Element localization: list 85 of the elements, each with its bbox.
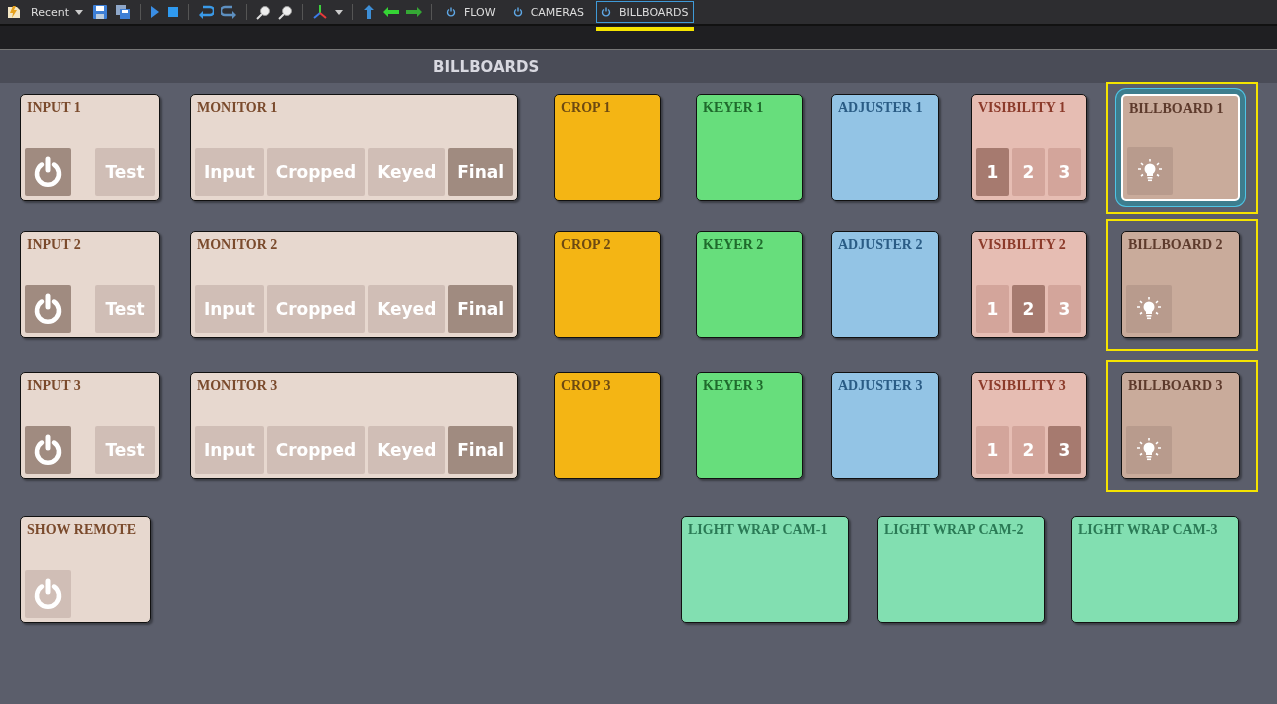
- panel-title: BILLBOARD 3: [1128, 378, 1224, 394]
- power-button[interactable]: [25, 148, 71, 196]
- play-icon[interactable]: [150, 5, 161, 19]
- power-icon: [446, 7, 457, 17]
- panel-title: KEYER 3: [703, 378, 765, 394]
- forward-arrow-icon[interactable]: [406, 7, 423, 17]
- panel-title: SHOW REMOTE: [27, 522, 138, 538]
- panel-title: INPUT 1: [27, 100, 82, 116]
- visibility-option-button[interactable]: 3: [1048, 285, 1081, 333]
- redo-icon[interactable]: [221, 5, 238, 19]
- panel-title: MONITOR 1: [197, 100, 279, 116]
- visibility-option-button[interactable]: 2: [1012, 148, 1045, 196]
- monitor-option-button[interactable]: Cropped: [266, 426, 366, 474]
- monitor-option-button[interactable]: Keyed: [368, 285, 446, 333]
- caret-icon: [75, 9, 84, 15]
- view-tab[interactable]: FLOW: [441, 1, 501, 23]
- monitor-option-button[interactable]: Final: [448, 148, 513, 196]
- recent-files-icon[interactable]: [6, 4, 22, 20]
- visibility-option-button[interactable]: 2: [1012, 285, 1045, 333]
- back-arrow-icon[interactable]: [383, 7, 400, 17]
- panel-title: VISIBILITY 1: [978, 100, 1067, 116]
- panel-title: VISIBILITY 2: [978, 237, 1067, 253]
- light-button[interactable]: [1126, 285, 1172, 333]
- light-bulb-icon: [1136, 296, 1162, 322]
- test-button[interactable]: Test: [95, 148, 155, 196]
- panel-title: MONITOR 2: [197, 237, 279, 253]
- panel-title: ADJUSTER 2: [838, 237, 924, 253]
- light-bulb-icon: [1137, 158, 1163, 184]
- undo-icon[interactable]: [198, 5, 215, 19]
- panel-title: BILLBOARD 1: [1129, 101, 1225, 117]
- panel-title: CROP 2: [561, 237, 612, 253]
- visibility-option-button[interactable]: 3: [1048, 148, 1081, 196]
- monitor-option-button[interactable]: Input: [195, 426, 264, 474]
- visibility-option-button[interactable]: 1: [976, 148, 1009, 196]
- panel-title: ADJUSTER 3: [838, 378, 924, 394]
- caret-icon[interactable]: [335, 9, 344, 15]
- panel-title: LIGHT WRAP CAM-3: [1078, 522, 1219, 538]
- view-tab[interactable]: BILLBOARDS: [596, 1, 694, 23]
- panel-title: MONITOR 3: [197, 378, 279, 394]
- panel-title: LIGHT WRAP CAM-2: [884, 522, 1025, 538]
- zoom-out-icon[interactable]: [278, 4, 294, 20]
- zoom-in-icon[interactable]: [256, 4, 272, 20]
- power-button[interactable]: [25, 285, 71, 333]
- panel-title: LIGHT WRAP CAM-1: [688, 522, 829, 538]
- panel-title: CROP 3: [561, 378, 612, 394]
- view-tab[interactable]: CAMERAS: [507, 1, 589, 23]
- stop-icon[interactable]: [167, 6, 180, 18]
- monitor-option-button[interactable]: Cropped: [266, 148, 366, 196]
- recent-dropdown[interactable]: Recent: [29, 5, 86, 19]
- test-button[interactable]: Test: [95, 285, 155, 333]
- save-icon[interactable]: [92, 4, 109, 20]
- monitor-option-button[interactable]: Keyed: [368, 426, 446, 474]
- panel-title: BILLBOARD 2: [1128, 237, 1224, 253]
- panel-title: KEYER 2: [703, 237, 765, 253]
- panel-title: ADJUSTER 1: [838, 100, 924, 116]
- monitor-option-button[interactable]: Input: [195, 285, 264, 333]
- axes-icon[interactable]: [312, 4, 329, 20]
- light-button[interactable]: [1127, 147, 1173, 195]
- power-button[interactable]: [25, 426, 71, 474]
- panel-title: VISIBILITY 3: [978, 378, 1067, 394]
- power-icon: [32, 578, 64, 610]
- visibility-option-button[interactable]: 1: [976, 426, 1009, 474]
- power-icon: [512, 7, 523, 17]
- panel-title: INPUT 2: [27, 237, 82, 253]
- up-arrow-icon[interactable]: [362, 4, 377, 20]
- light-button[interactable]: [1126, 426, 1172, 474]
- power-icon: [32, 156, 64, 188]
- test-button[interactable]: Test: [95, 426, 155, 474]
- monitor-option-button[interactable]: Final: [448, 285, 513, 333]
- power-icon: [601, 7, 611, 17]
- monitor-option-button[interactable]: Final: [448, 426, 513, 474]
- monitor-option-button[interactable]: Keyed: [368, 148, 446, 196]
- visibility-option-button[interactable]: 2: [1012, 426, 1045, 474]
- power-icon: [32, 293, 64, 325]
- panel-title: KEYER 1: [703, 100, 765, 116]
- panel-title: INPUT 3: [27, 378, 82, 394]
- monitor-option-button[interactable]: Input: [195, 148, 264, 196]
- section-title: BILLBOARDS: [433, 57, 540, 76]
- panel-title: CROP 1: [561, 100, 612, 116]
- visibility-option-button[interactable]: 3: [1048, 426, 1081, 474]
- power-icon: [32, 434, 64, 466]
- visibility-option-button[interactable]: 1: [976, 285, 1009, 333]
- monitor-option-button[interactable]: Cropped: [266, 285, 366, 333]
- light-bulb-icon: [1136, 437, 1162, 463]
- save-all-icon[interactable]: [115, 4, 132, 20]
